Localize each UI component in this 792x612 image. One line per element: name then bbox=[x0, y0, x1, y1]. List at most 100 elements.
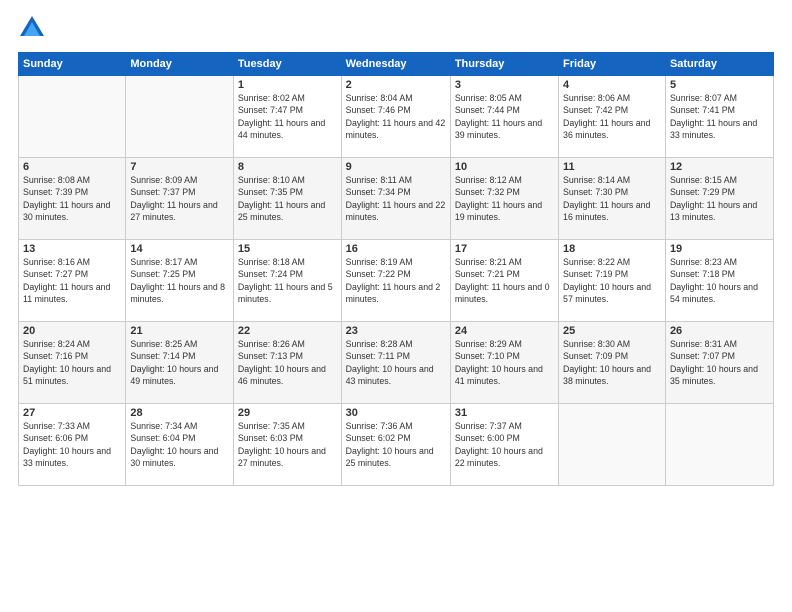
page: SundayMondayTuesdayWednesdayThursdayFrid… bbox=[0, 0, 792, 612]
calendar-week-row: 20Sunrise: 8:24 AM Sunset: 7:16 PM Dayli… bbox=[19, 322, 774, 404]
calendar-week-row: 13Sunrise: 8:16 AM Sunset: 7:27 PM Dayli… bbox=[19, 240, 774, 322]
day-number: 22 bbox=[238, 325, 337, 337]
day-number: 16 bbox=[346, 243, 446, 255]
calendar-cell: 13Sunrise: 8:16 AM Sunset: 7:27 PM Dayli… bbox=[19, 240, 126, 322]
day-number: 30 bbox=[346, 407, 446, 419]
day-info: Sunrise: 8:14 AM Sunset: 7:30 PM Dayligh… bbox=[563, 174, 661, 223]
calendar-cell bbox=[559, 404, 666, 486]
calendar-cell: 1Sunrise: 8:02 AM Sunset: 7:47 PM Daylig… bbox=[233, 76, 341, 158]
calendar-cell: 22Sunrise: 8:26 AM Sunset: 7:13 PM Dayli… bbox=[233, 322, 341, 404]
calendar-week-row: 6Sunrise: 8:08 AM Sunset: 7:39 PM Daylig… bbox=[19, 158, 774, 240]
calendar-cell: 5Sunrise: 8:07 AM Sunset: 7:41 PM Daylig… bbox=[665, 76, 773, 158]
day-number: 29 bbox=[238, 407, 337, 419]
calendar-cell bbox=[19, 76, 126, 158]
day-info: Sunrise: 8:30 AM Sunset: 7:09 PM Dayligh… bbox=[563, 338, 661, 387]
day-info: Sunrise: 8:12 AM Sunset: 7:32 PM Dayligh… bbox=[455, 174, 554, 223]
day-info: Sunrise: 8:25 AM Sunset: 7:14 PM Dayligh… bbox=[130, 338, 229, 387]
day-number: 20 bbox=[23, 325, 121, 337]
calendar-cell: 24Sunrise: 8:29 AM Sunset: 7:10 PM Dayli… bbox=[450, 322, 558, 404]
day-number: 28 bbox=[130, 407, 229, 419]
day-info: Sunrise: 8:09 AM Sunset: 7:37 PM Dayligh… bbox=[130, 174, 229, 223]
day-number: 9 bbox=[346, 161, 446, 173]
calendar-cell: 23Sunrise: 8:28 AM Sunset: 7:11 PM Dayli… bbox=[341, 322, 450, 404]
day-info: Sunrise: 8:19 AM Sunset: 7:22 PM Dayligh… bbox=[346, 256, 446, 305]
day-info: Sunrise: 8:23 AM Sunset: 7:18 PM Dayligh… bbox=[670, 256, 769, 305]
calendar-cell: 11Sunrise: 8:14 AM Sunset: 7:30 PM Dayli… bbox=[559, 158, 666, 240]
day-number: 7 bbox=[130, 161, 229, 173]
calendar-cell bbox=[126, 76, 234, 158]
day-number: 11 bbox=[563, 161, 661, 173]
day-info: Sunrise: 7:34 AM Sunset: 6:04 PM Dayligh… bbox=[130, 420, 229, 469]
calendar-cell: 14Sunrise: 8:17 AM Sunset: 7:25 PM Dayli… bbox=[126, 240, 234, 322]
day-info: Sunrise: 8:10 AM Sunset: 7:35 PM Dayligh… bbox=[238, 174, 337, 223]
calendar-cell: 31Sunrise: 7:37 AM Sunset: 6:00 PM Dayli… bbox=[450, 404, 558, 486]
day-info: Sunrise: 8:16 AM Sunset: 7:27 PM Dayligh… bbox=[23, 256, 121, 305]
day-number: 3 bbox=[455, 79, 554, 91]
calendar-cell: 2Sunrise: 8:04 AM Sunset: 7:46 PM Daylig… bbox=[341, 76, 450, 158]
day-number: 21 bbox=[130, 325, 229, 337]
calendar-cell: 8Sunrise: 8:10 AM Sunset: 7:35 PM Daylig… bbox=[233, 158, 341, 240]
calendar-cell: 25Sunrise: 8:30 AM Sunset: 7:09 PM Dayli… bbox=[559, 322, 666, 404]
day-info: Sunrise: 8:18 AM Sunset: 7:24 PM Dayligh… bbox=[238, 256, 337, 305]
day-of-week-header: Tuesday bbox=[233, 53, 341, 76]
day-of-week-header: Wednesday bbox=[341, 53, 450, 76]
day-number: 5 bbox=[670, 79, 769, 91]
day-number: 10 bbox=[455, 161, 554, 173]
day-number: 4 bbox=[563, 79, 661, 91]
day-info: Sunrise: 8:17 AM Sunset: 7:25 PM Dayligh… bbox=[130, 256, 229, 305]
day-info: Sunrise: 7:37 AM Sunset: 6:00 PM Dayligh… bbox=[455, 420, 554, 469]
day-info: Sunrise: 8:04 AM Sunset: 7:46 PM Dayligh… bbox=[346, 92, 446, 141]
day-number: 6 bbox=[23, 161, 121, 173]
day-info: Sunrise: 8:06 AM Sunset: 7:42 PM Dayligh… bbox=[563, 92, 661, 141]
day-info: Sunrise: 8:31 AM Sunset: 7:07 PM Dayligh… bbox=[670, 338, 769, 387]
day-info: Sunrise: 7:35 AM Sunset: 6:03 PM Dayligh… bbox=[238, 420, 337, 469]
calendar: SundayMondayTuesdayWednesdayThursdayFrid… bbox=[18, 52, 774, 486]
calendar-cell: 9Sunrise: 8:11 AM Sunset: 7:34 PM Daylig… bbox=[341, 158, 450, 240]
day-info: Sunrise: 8:21 AM Sunset: 7:21 PM Dayligh… bbox=[455, 256, 554, 305]
day-number: 18 bbox=[563, 243, 661, 255]
logo-icon bbox=[18, 14, 46, 42]
calendar-cell: 26Sunrise: 8:31 AM Sunset: 7:07 PM Dayli… bbox=[665, 322, 773, 404]
calendar-cell: 4Sunrise: 8:06 AM Sunset: 7:42 PM Daylig… bbox=[559, 76, 666, 158]
day-info: Sunrise: 8:07 AM Sunset: 7:41 PM Dayligh… bbox=[670, 92, 769, 141]
calendar-week-row: 1Sunrise: 8:02 AM Sunset: 7:47 PM Daylig… bbox=[19, 76, 774, 158]
day-number: 12 bbox=[670, 161, 769, 173]
day-of-week-header: Thursday bbox=[450, 53, 558, 76]
calendar-cell: 29Sunrise: 7:35 AM Sunset: 6:03 PM Dayli… bbox=[233, 404, 341, 486]
day-info: Sunrise: 8:05 AM Sunset: 7:44 PM Dayligh… bbox=[455, 92, 554, 141]
calendar-cell: 17Sunrise: 8:21 AM Sunset: 7:21 PM Dayli… bbox=[450, 240, 558, 322]
calendar-week-row: 27Sunrise: 7:33 AM Sunset: 6:06 PM Dayli… bbox=[19, 404, 774, 486]
calendar-cell: 15Sunrise: 8:18 AM Sunset: 7:24 PM Dayli… bbox=[233, 240, 341, 322]
day-info: Sunrise: 8:29 AM Sunset: 7:10 PM Dayligh… bbox=[455, 338, 554, 387]
day-info: Sunrise: 7:33 AM Sunset: 6:06 PM Dayligh… bbox=[23, 420, 121, 469]
calendar-cell: 28Sunrise: 7:34 AM Sunset: 6:04 PM Dayli… bbox=[126, 404, 234, 486]
day-info: Sunrise: 7:36 AM Sunset: 6:02 PM Dayligh… bbox=[346, 420, 446, 469]
day-number: 25 bbox=[563, 325, 661, 337]
day-number: 15 bbox=[238, 243, 337, 255]
calendar-cell: 6Sunrise: 8:08 AM Sunset: 7:39 PM Daylig… bbox=[19, 158, 126, 240]
day-number: 17 bbox=[455, 243, 554, 255]
calendar-cell: 30Sunrise: 7:36 AM Sunset: 6:02 PM Dayli… bbox=[341, 404, 450, 486]
header bbox=[18, 18, 774, 42]
calendar-cell: 20Sunrise: 8:24 AM Sunset: 7:16 PM Dayli… bbox=[19, 322, 126, 404]
day-of-week-header: Sunday bbox=[19, 53, 126, 76]
day-info: Sunrise: 8:11 AM Sunset: 7:34 PM Dayligh… bbox=[346, 174, 446, 223]
calendar-cell: 21Sunrise: 8:25 AM Sunset: 7:14 PM Dayli… bbox=[126, 322, 234, 404]
day-number: 24 bbox=[455, 325, 554, 337]
day-number: 19 bbox=[670, 243, 769, 255]
day-info: Sunrise: 8:24 AM Sunset: 7:16 PM Dayligh… bbox=[23, 338, 121, 387]
day-number: 13 bbox=[23, 243, 121, 255]
day-number: 26 bbox=[670, 325, 769, 337]
day-info: Sunrise: 8:22 AM Sunset: 7:19 PM Dayligh… bbox=[563, 256, 661, 305]
day-number: 8 bbox=[238, 161, 337, 173]
day-number: 23 bbox=[346, 325, 446, 337]
calendar-cell bbox=[665, 404, 773, 486]
day-info: Sunrise: 8:15 AM Sunset: 7:29 PM Dayligh… bbox=[670, 174, 769, 223]
calendar-cell: 18Sunrise: 8:22 AM Sunset: 7:19 PM Dayli… bbox=[559, 240, 666, 322]
calendar-header-row: SundayMondayTuesdayWednesdayThursdayFrid… bbox=[19, 53, 774, 76]
day-number: 14 bbox=[130, 243, 229, 255]
day-number: 31 bbox=[455, 407, 554, 419]
day-info: Sunrise: 8:08 AM Sunset: 7:39 PM Dayligh… bbox=[23, 174, 121, 223]
calendar-cell: 19Sunrise: 8:23 AM Sunset: 7:18 PM Dayli… bbox=[665, 240, 773, 322]
day-info: Sunrise: 8:26 AM Sunset: 7:13 PM Dayligh… bbox=[238, 338, 337, 387]
